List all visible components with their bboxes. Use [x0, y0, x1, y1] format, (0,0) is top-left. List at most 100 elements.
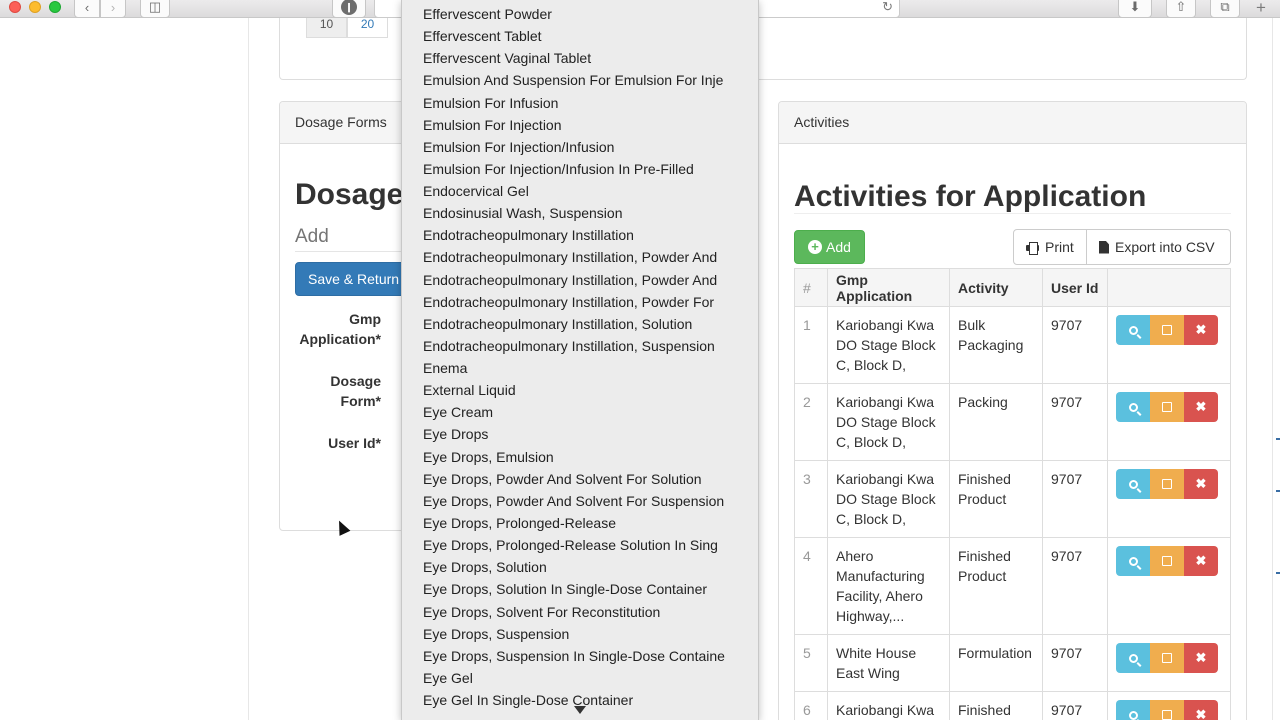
plus-icon[interactable]: + — [1256, 0, 1266, 18]
column-header[interactable]: Activity — [949, 268, 1043, 307]
delete-button[interactable]: ✖ — [1184, 700, 1218, 720]
page-title: Dosage — [295, 178, 404, 211]
add-activity-button[interactable]: + Add — [794, 230, 865, 264]
dropdown-option[interactable]: Eye Cream — [423, 401, 753, 423]
dropdown-option[interactable]: Endocervical Gel — [423, 180, 753, 202]
dropdown-option[interactable]: Effervescent Tablet — [423, 25, 753, 47]
dropdown-option[interactable]: Eye Gel — [423, 667, 753, 689]
dropdown-option[interactable]: Emulsion And Suspension For Emulsion For… — [423, 69, 753, 91]
activity-cell: Packing — [949, 383, 1043, 461]
dropdown-option[interactable]: Endosinusial Wash, Suspension — [423, 202, 753, 224]
delete-button[interactable]: ✖ — [1184, 469, 1218, 499]
dropdown-option[interactable]: Endotracheopulmonary Instillation — [423, 224, 753, 246]
close-icon: ✖ — [1195, 553, 1207, 568]
dropdown-option[interactable]: Endotracheopulmonary Instillation, Suspe… — [423, 335, 753, 357]
delete-button[interactable]: ✖ — [1184, 392, 1218, 422]
divider — [794, 213, 1231, 214]
column-header[interactable]: # — [794, 268, 828, 307]
view-button[interactable] — [1116, 546, 1150, 576]
edit-button[interactable] — [1150, 546, 1184, 576]
action-buttons: ✖ — [1116, 700, 1222, 720]
dropdown-option[interactable]: Endotracheopulmonary Instillation, Solut… — [423, 313, 753, 335]
panel-heading: Activities — [779, 102, 1246, 144]
dropdown-option[interactable]: Effervescent Vaginal Tablet — [423, 47, 753, 69]
dosage-form-dropdown-list[interactable]: Effervescent Powder Effervescent Tablet Ef… — [401, 0, 759, 720]
delete-button[interactable]: ✖ — [1184, 546, 1218, 576]
extension-button[interactable]: ❙ — [332, 0, 366, 18]
dropdown-option[interactable]: Eye Gel In Single-Dose Container — [423, 689, 753, 711]
dropdown-option[interactable]: Eye Drops, Prolonged-Release — [423, 512, 753, 534]
view-button[interactable] — [1116, 469, 1150, 499]
dosage-form-name-input[interactable] — [295, 222, 405, 252]
export-csv-button[interactable]: Export into CSV — [1087, 229, 1231, 265]
table-row: 3 Kariobangi Kwa DO Stage Block C, Block … — [794, 460, 1231, 538]
dropdown-option[interactable]: Eye Drops, Solution In Single-Dose Conta… — [423, 578, 753, 600]
page-size-option[interactable]: 10 — [306, 18, 347, 38]
close-window-button[interactable] — [9, 1, 21, 13]
save-return-button[interactable]: Save & Return — [295, 262, 408, 296]
dropdown-option[interactable]: Emulsion For Injection/Infusion In Pre-F… — [423, 158, 753, 180]
row-number: 4 — [794, 537, 828, 635]
activity-cell: Formulation — [949, 634, 1043, 692]
reload-icon[interactable]: ↻ — [882, 0, 893, 15]
table-header-row: # Gmp Application Activity User Id — [794, 268, 1231, 307]
panel-heading: Dosage Forms — [280, 102, 408, 144]
edit-icon — [1162, 479, 1172, 489]
minimize-window-button[interactable] — [29, 1, 41, 13]
column-header[interactable]: User Id — [1042, 268, 1108, 307]
dropdown-option[interactable]: Eye Drops, Prolonged-Release Solution In… — [423, 534, 753, 556]
zoom-window-button[interactable] — [49, 1, 61, 13]
view-button[interactable] — [1116, 700, 1150, 720]
dropdown-option[interactable]: Eye Drops, Powder And Solvent For Soluti… — [423, 468, 753, 490]
action-buttons: ✖ — [1116, 315, 1222, 345]
dropdown-option[interactable]: Effervescent Powder — [423, 3, 753, 25]
column-header[interactable]: Gmp Application — [827, 268, 950, 307]
tabs-overview-button[interactable]: ⧉ — [1210, 0, 1240, 18]
file-icon — [1099, 240, 1109, 254]
dropdown-option[interactable]: Emulsion For Injection — [423, 114, 753, 136]
edit-icon — [1162, 402, 1172, 412]
share-button[interactable]: ⇧ — [1166, 0, 1196, 18]
dropdown-option[interactable]: Eye Drops, Suspension — [423, 623, 753, 645]
dropdown-option[interactable]: Emulsion For Infusion — [423, 92, 753, 114]
dropdown-option[interactable]: Endotracheopulmonary Instillation, Powde… — [423, 269, 753, 291]
sidebar-toggle-button[interactable]: ◫ — [140, 0, 170, 18]
dropdown-option[interactable]: Eye Drops, Solution — [423, 556, 753, 578]
edit-button[interactable] — [1150, 700, 1184, 720]
downloads-button[interactable]: ⬇ — [1118, 0, 1152, 18]
dropdown-option[interactable]: Eye Drops, Emulsion — [423, 446, 753, 468]
activities-title: Activities for Application — [794, 180, 1147, 213]
print-button[interactable]: Print — [1013, 229, 1087, 265]
row-number: 1 — [794, 306, 828, 384]
delete-button[interactable]: ✖ — [1184, 643, 1218, 673]
dropdown-option[interactable]: External Liquid — [423, 379, 753, 401]
gmp-application-cell: White House East Wing — [827, 634, 950, 692]
dropdown-option[interactable]: Endotracheopulmonary Instillation, Powde… — [423, 291, 753, 313]
dropdown-option[interactable]: Endotracheopulmonary Instillation, Powde… — [423, 246, 753, 268]
close-icon: ✖ — [1195, 399, 1207, 414]
forward-button[interactable]: › — [100, 0, 126, 18]
edit-button[interactable] — [1150, 315, 1184, 345]
view-button[interactable] — [1116, 392, 1150, 422]
activity-cell: Finished Product — [949, 460, 1043, 538]
dropdown-option[interactable]: Eye Drops, Solvent For Reconstitution — [423, 601, 753, 623]
dropdown-option[interactable]: Eye Drops, Suspension In Single-Dose Con… — [423, 645, 753, 667]
user-id-cell: 9707 — [1042, 383, 1108, 461]
dropdown-option[interactable]: Eye Drops, Powder And Solvent For Suspen… — [423, 490, 753, 512]
table-row: 6 Kariobangi Kwa Finished 9707 ✖ — [794, 691, 1231, 720]
page-size-option[interactable]: 20 — [347, 18, 388, 38]
delete-button[interactable]: ✖ — [1184, 315, 1218, 345]
table-body: 1 Kariobangi Kwa DO Stage Block C, Block … — [794, 306, 1231, 720]
view-button[interactable] — [1116, 315, 1150, 345]
edit-button[interactable] — [1150, 392, 1184, 422]
dropdown-option[interactable]: Enema — [423, 357, 753, 379]
row-number: 3 — [794, 460, 828, 538]
dropdown-option[interactable]: Eye Drops — [423, 423, 753, 445]
back-button[interactable]: ‹ — [74, 0, 100, 18]
edit-button[interactable] — [1150, 469, 1184, 499]
activities-panel: Activities Activities for Application + … — [778, 101, 1247, 720]
dropdown-option[interactable]: Emulsion For Injection/Infusion — [423, 136, 753, 158]
view-button[interactable] — [1116, 643, 1150, 673]
edge-marker — [1276, 572, 1280, 574]
edit-button[interactable] — [1150, 643, 1184, 673]
